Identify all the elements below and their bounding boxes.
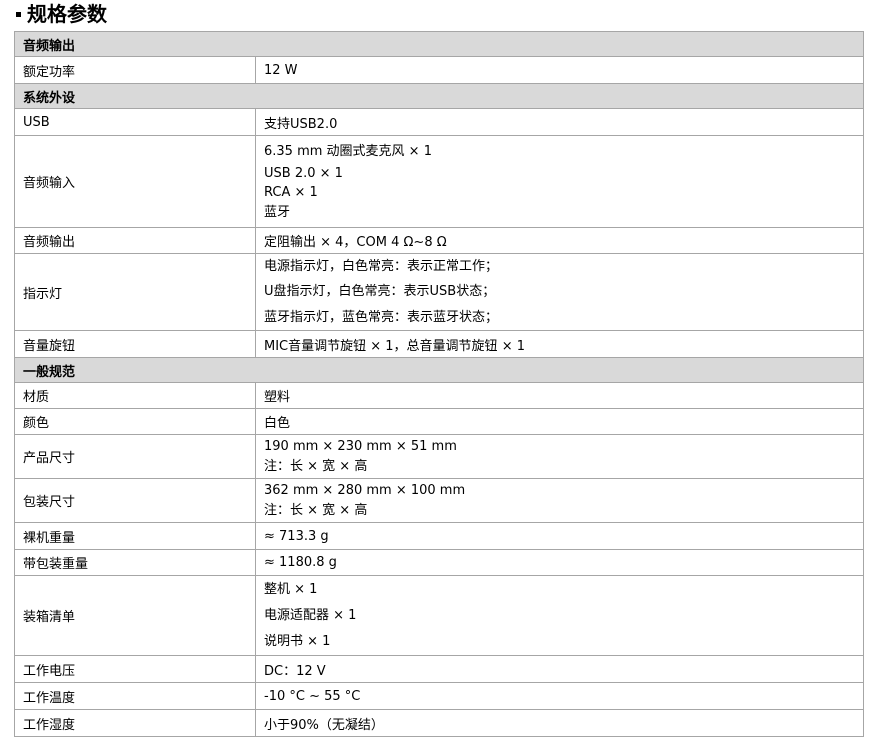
spec-table: 音频输出 额定功率 12 W 系统外设 USB 支持USB2.0 音频输入 6.35 mm 动…	[13, 31, 865, 737]
spec-value: 白色	[254, 408, 865, 435]
spec-label: 工作湿度	[14, 709, 256, 737]
spec-value-line: MIC音量调节旋钮 × 1，总音量调节旋钮 × 1	[264, 338, 525, 354]
section-header: 一般规范	[13, 357, 865, 383]
spec-value-line: 定阻输出 × 4，COM 4 Ω~8 Ω	[264, 235, 447, 250]
spec-table-body: 音频输出 额定功率 12 W 系统外设 USB 支持USB2.0 音频输入 6.35 mm 动…	[13, 31, 865, 737]
spec-value: 6.35 mm 动圈式麦克风 × 1 USB 2.0 × 1 RCA × 1 蓝牙	[254, 135, 865, 228]
spec-value-line: -10 °C ~ 55 °C	[264, 688, 361, 704]
spec-value-line: 12 W	[264, 62, 298, 78]
spec-value: 支持USB2.0	[254, 108, 865, 136]
spec-page: 规格参数 音频输出 额定功率 12 W 系统外设 USB 支持USB2.0 音频输入 6.35…	[0, 0, 877, 738]
spec-value: MIC音量调节旋钮 × 1，总音量调节旋钮 × 1	[254, 330, 865, 358]
bullet-icon	[16, 12, 21, 17]
table-row: 工作电压 DC：12 V	[14, 655, 865, 683]
spec-value: 塑料	[254, 382, 865, 409]
spec-value: ≈ 713.3 g	[254, 522, 865, 550]
spec-value: 12 W	[254, 56, 865, 84]
spec-value: 定阻输出 × 4，COM 4 Ω~8 Ω	[254, 227, 865, 254]
spec-label: 音量旋钮	[14, 330, 256, 358]
table-row: 工作湿度 小于90%（无凝结）	[14, 709, 865, 737]
spec-label: 音频输出	[14, 227, 256, 254]
spec-label: 音频输入	[14, 135, 256, 228]
table-row: USB 支持USB2.0	[14, 108, 865, 136]
table-row: 产品尺寸 190 mm × 230 mm × 51 mm 注：长 × 宽 × 高	[14, 434, 865, 479]
spec-value: DC：12 V	[254, 655, 865, 683]
spec-value: 小于90%（无凝结）	[254, 709, 865, 737]
table-row: 音频输出 定阻输出 × 4，COM 4 Ω~8 Ω	[14, 227, 865, 254]
spec-value-line: ≈ 713.3 g	[264, 528, 329, 544]
spec-label: 带包装重量	[14, 549, 256, 576]
spec-label: 材质	[14, 382, 256, 409]
spec-value-line: 电源指示灯，白色常亮：表示正常工作；	[264, 259, 499, 274]
page-title-text: 规格参数	[27, 2, 107, 26]
spec-value: 电源指示灯，白色常亮：表示正常工作； U盘指示灯，白色常亮：表示USB状态； 蓝牙指…	[254, 253, 865, 331]
spec-value-line: ≈ 1180.8 g	[264, 555, 337, 570]
spec-value-line: DC：12 V	[264, 663, 326, 679]
spec-value-line: 蓝牙指示灯，蓝色常亮：表示蓝牙状态；	[264, 310, 499, 325]
table-row: 指示灯 电源指示灯，白色常亮：表示正常工作； U盘指示灯，白色常亮：表示USB状态；…	[14, 253, 865, 331]
spec-label: 颜色	[14, 408, 256, 435]
table-row: 颜色 白色	[14, 408, 865, 435]
spec-value-line: RCA × 1	[264, 184, 318, 200]
spec-value-line: 塑料	[264, 390, 291, 405]
spec-label: USB	[14, 108, 256, 136]
spec-value-line: 190 mm × 230 mm × 51 mm	[264, 438, 457, 454]
spec-value-line: 说明书 × 1	[264, 633, 331, 649]
spec-value-line: 6.35 mm 动圈式麦克风 × 1	[264, 143, 432, 159]
spec-value: 190 mm × 230 mm × 51 mm 注：长 × 宽 × 高	[254, 434, 865, 479]
table-row: 材质 塑料	[14, 382, 865, 409]
spec-value-line: U盘指示灯，白色常亮：表示USB状态；	[264, 284, 496, 299]
spec-value-line: 整机 × 1	[264, 581, 318, 597]
spec-label: 产品尺寸	[14, 434, 256, 479]
spec-label: 工作温度	[14, 682, 256, 710]
spec-label: 包装尺寸	[14, 478, 256, 523]
spec-value: ≈ 1180.8 g	[254, 549, 865, 576]
table-row: 音量旋钮 MIC音量调节旋钮 × 1，总音量调节旋钮 × 1	[14, 330, 865, 358]
spec-value-line: USB 2.0 × 1	[264, 165, 343, 181]
section-header: 系统外设	[13, 83, 865, 109]
spec-value: -10 °C ~ 55 °C	[254, 682, 865, 710]
spec-label: 工作电压	[14, 655, 256, 683]
table-row: 装箱清单 整机 × 1 电源适配器 × 1 说明书 × 1	[14, 575, 865, 656]
spec-label: 额定功率	[14, 56, 256, 84]
table-row: 裸机重量 ≈ 713.3 g	[14, 522, 865, 550]
spec-value-line: 白色	[264, 416, 291, 431]
spec-value-line: 支持USB2.0	[264, 116, 338, 132]
page-title: 规格参数	[16, 0, 107, 28]
spec-value-line: 蓝牙	[264, 204, 291, 220]
table-row: 包装尺寸 362 mm × 280 mm × 100 mm 注：长 × 宽 × 高	[14, 478, 865, 523]
table-row: 带包装重量 ≈ 1180.8 g	[14, 549, 865, 576]
spec-label: 装箱清单	[14, 575, 256, 656]
spec-value: 362 mm × 280 mm × 100 mm 注：长 × 宽 × 高	[254, 478, 865, 523]
section-header-row: 系统外设	[13, 83, 865, 109]
section-header: 音频输出	[13, 31, 865, 57]
table-row: 额定功率 12 W	[14, 56, 865, 84]
spec-label: 裸机重量	[14, 522, 256, 550]
section-header-row: 音频输出	[13, 31, 865, 57]
spec-value-line: 362 mm × 280 mm × 100 mm	[264, 482, 466, 498]
table-row: 音频输入 6.35 mm 动圈式麦克风 × 1 USB 2.0 × 1 RCA × 1…	[14, 135, 865, 228]
table-row: 工作温度 -10 °C ~ 55 °C	[14, 682, 865, 710]
section-header-row: 一般规范	[13, 357, 865, 383]
spec-value: 整机 × 1 电源适配器 × 1 说明书 × 1	[254, 575, 865, 656]
spec-label: 指示灯	[14, 253, 256, 331]
spec-value-line: 注：长 × 宽 × 高	[264, 458, 368, 474]
spec-value-line: 小于90%（无凝结）	[264, 717, 384, 733]
spec-value-line: 注：长 × 宽 × 高	[264, 502, 368, 518]
spec-value-line: 电源适配器 × 1	[264, 607, 357, 623]
